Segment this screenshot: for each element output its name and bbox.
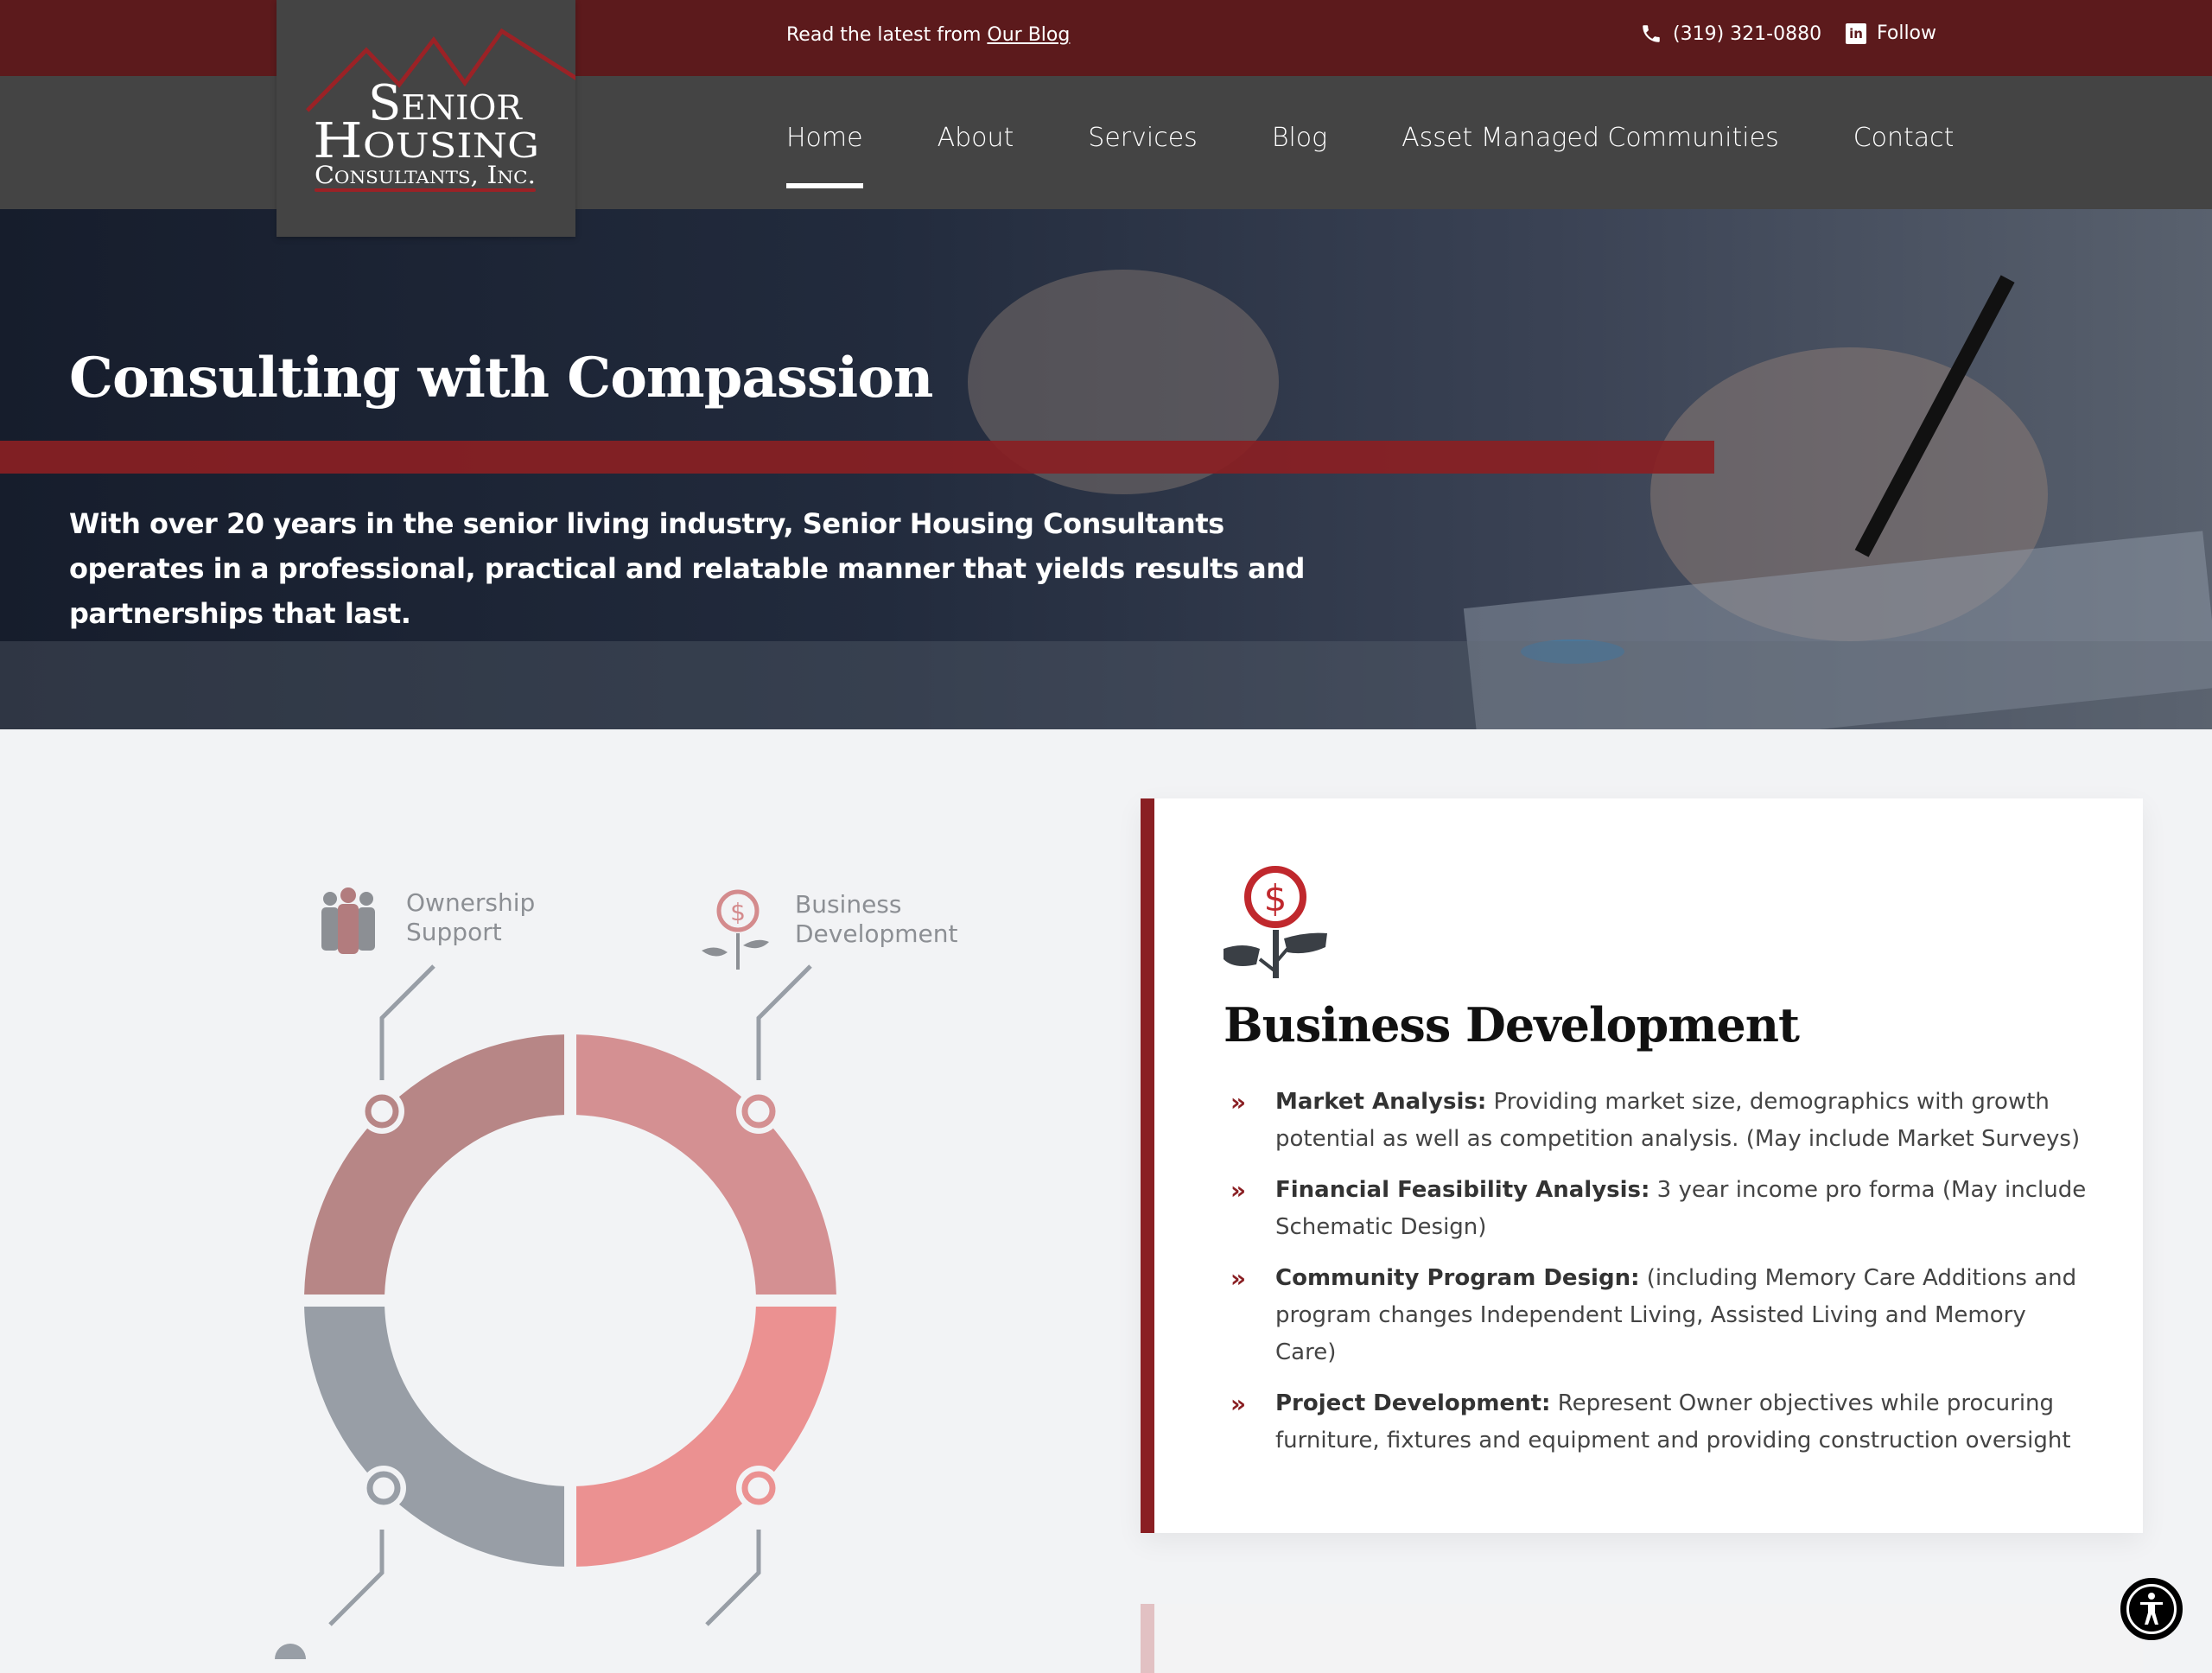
phone-number: (319) 321-0880 [1673,22,1822,45]
item-term: Financial Feasibility Analysis: [1275,1177,1650,1203]
service-list-item: » Financial Feasibility Analysis: 3 year … [1224,1172,2088,1246]
services-wheel: Ownership Support $ Business Development [275,887,958,1673]
accessibility-button[interactable] [2120,1578,2183,1640]
item-term: Project Development: [1275,1390,1551,1416]
business-development-label-line1: Business [795,890,901,919]
our-blog-link[interactable]: Our Blog [987,24,1070,46]
nav-services[interactable]: Services [1088,123,1198,153]
business-development-label-line2: Development [795,919,958,948]
hero-accent-bar [0,441,1714,474]
ownership-support-label-line2: Support [406,918,502,946]
logo-graphic: Senior Housing Consultants, Inc. [305,28,588,192]
service-list: » Market Analysis: Providing market size,… [1224,1084,2088,1473]
hero-section: Consulting with Compassion With over 20 … [0,209,2212,729]
chevron-right-icon: » [1230,1264,1247,1293]
item-term: Market Analysis: [1275,1089,1487,1115]
linkedin-icon: in [1846,22,1866,44]
linkedin-follow-link[interactable]: in Follow [1846,22,1936,44]
follow-label: Follow [1877,22,1937,44]
service-list-item: » Community Program Design: (including Me… [1224,1260,2088,1371]
nav-blog[interactable]: Blog [1272,123,1327,153]
chevron-right-icon: » [1230,1176,1247,1205]
item-term: Community Program Design: [1275,1265,1640,1291]
blog-note-text: Read the latest from [786,24,988,46]
service-detail-card: $ Business Development » Market Analysis:… [1141,798,2143,1533]
card-title: Business Development [1224,997,1800,1053]
hero-description: With over 20 years in the senior living … [69,507,1305,630]
nav-contact[interactable]: Contact [1853,123,1955,153]
money-plant-icon: $ [702,889,769,970]
services-wheel-diagram: Ownership Support $ Business Development [259,847,1037,1673]
accessibility-icon [2126,1584,2177,1634]
phone-icon [1643,25,1660,42]
svg-text:$: $ [730,898,746,926]
chevron-right-icon: » [1230,1088,1247,1116]
logo-line3: Consultants, Inc. [315,161,536,189]
site-logo[interactable]: Senior Housing Consultants, Inc. [276,0,588,237]
service-list-item: » Market Analysis: Providing market size,… [1224,1084,2088,1158]
logo-underline [315,188,536,192]
segment-bottom-left [304,1306,565,1567]
svg-text:$: $ [1264,877,1287,919]
blog-note: Read the latest from Our Blog [786,24,1070,46]
connector-lines [328,964,812,1626]
ownership-support-label-line1: Ownership [406,888,535,917]
main-nav: Home About Services Blog Asset Managed C… [786,123,1955,188]
segment-bottom-right [575,1306,836,1567]
next-service-card [1141,1604,2143,1673]
service-list-item: » Project Development: Represent Owner ob… [1224,1385,2088,1460]
hero-title: Consulting with Compassion [69,346,933,410]
people-icon [321,887,375,954]
chevron-right-icon: » [1230,1390,1247,1418]
segment-top-right [575,1034,836,1295]
gear-icon [275,1644,306,1673]
nav-home[interactable]: Home [786,123,863,188]
phone-link[interactable]: (319) 321-0880 [1640,22,1821,45]
nav-asset-managed-communities[interactable]: Asset Managed Communities [1402,123,1779,153]
money-plant-icon: $ [1224,866,1327,978]
segment-top-left [304,1034,565,1295]
nav-about[interactable]: About [938,123,1014,153]
